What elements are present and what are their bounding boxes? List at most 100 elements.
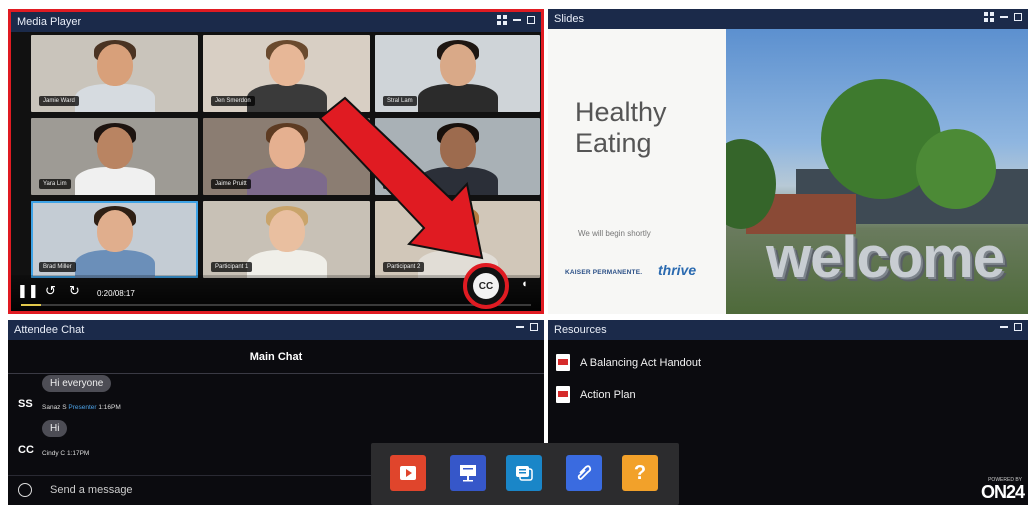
message-meta: Cindy C 1:17PM xyxy=(42,450,89,457)
participant-tile[interactable]: Jaime Pruitt xyxy=(203,118,370,195)
help-icon: ? xyxy=(633,461,647,484)
slide-photo: welcome xyxy=(726,29,1028,314)
kaiser-logo: KAISER PERMANENTE. xyxy=(565,269,643,276)
slides-icon xyxy=(460,465,476,482)
main-chat-tab[interactable]: Main Chat xyxy=(8,340,544,374)
maximize-icon[interactable] xyxy=(1014,13,1022,21)
participant-torso xyxy=(417,84,498,112)
participant-tile[interactable]: Yara Lim xyxy=(31,118,198,195)
participant-face xyxy=(268,210,305,253)
chat-icon xyxy=(516,466,533,481)
maximize-icon[interactable] xyxy=(1014,323,1022,331)
slide-content: Healthy Eating We will begin shortly KAI… xyxy=(548,29,726,314)
participant-face xyxy=(268,127,305,170)
participant-face xyxy=(96,210,133,253)
media-player-icon xyxy=(400,466,416,480)
emoji-icon[interactable] xyxy=(18,483,32,497)
message-sender: Cindy C xyxy=(42,450,66,457)
resources-icon xyxy=(577,465,592,480)
pdf-icon xyxy=(556,354,570,371)
participant-face xyxy=(439,210,476,253)
participant-torso xyxy=(246,250,327,278)
player-controls: ❚❚ ↺ ↻ 0:20/08:17 xyxy=(11,275,541,311)
participant-tile[interactable]: Participant 2 xyxy=(375,201,540,278)
thrive-logo: thrive xyxy=(658,262,697,278)
chat-button[interactable] xyxy=(506,455,542,491)
resource-label: Action Plan xyxy=(580,388,636,401)
slide-heading: Healthy Eating xyxy=(575,97,667,159)
participant-tile[interactable]: Participant 1 xyxy=(203,201,370,278)
media-player-panel: Media Player Jamie Ward Jen Smerdon Stral … xyxy=(8,9,544,314)
cc-icon: CC xyxy=(473,273,499,299)
participant-name: Participant 2 xyxy=(383,262,425,272)
slides-button[interactable] xyxy=(450,455,486,491)
progress-fill xyxy=(21,304,42,306)
participant-tile[interactable]: Sarah xyxy=(375,118,540,195)
pause-icon[interactable]: ❚❚ xyxy=(17,284,39,298)
participant-name: Participant 1 xyxy=(211,262,253,272)
tool-dock: ? xyxy=(371,443,679,505)
participant-face xyxy=(96,44,133,87)
participant-face xyxy=(439,44,476,87)
slide-heading-line2: Eating xyxy=(575,128,652,158)
slide-heading-line1: Healthy xyxy=(575,97,667,127)
participant-tile[interactable]: Jen Smerdon xyxy=(203,35,370,112)
participant-name: Jaime Pruitt xyxy=(211,179,251,189)
participant-name: Jen Smerdon xyxy=(211,96,255,106)
minimize-icon[interactable] xyxy=(1000,326,1008,328)
popout-icon[interactable] xyxy=(497,15,507,25)
closed-caption-button[interactable]: CC xyxy=(463,263,509,309)
welcome-sign: welcome xyxy=(766,225,1005,290)
participant-torso xyxy=(246,84,327,112)
help-button[interactable]: ? xyxy=(622,455,658,491)
media-player-header: Media Player xyxy=(11,12,541,32)
slides-header: Slides xyxy=(548,9,1028,29)
resource-item[interactable]: Action Plan xyxy=(556,386,636,403)
resources-header: Resources xyxy=(548,320,1028,340)
message-meta: Sanaz S Presenter 1:16PM xyxy=(42,404,121,411)
media-player-button[interactable] xyxy=(390,455,426,491)
participant-tile[interactable]: Jamie Ward xyxy=(31,35,198,112)
rewind-icon[interactable]: ↺ xyxy=(45,284,56,298)
slide-subtitle: We will begin shortly xyxy=(578,229,651,238)
participant-tile[interactable]: Stral Lam xyxy=(375,35,540,112)
message-time: 1:16PM xyxy=(98,404,121,411)
video-grid: Jamie Ward Jen Smerdon Stral Lam Yara Lim Ja… xyxy=(31,35,541,278)
maximize-icon[interactable] xyxy=(530,323,538,331)
slides-panel: Slides Healthy Eating We will begin shor… xyxy=(548,9,1028,314)
participant-face xyxy=(96,127,133,170)
minimize-icon[interactable] xyxy=(1000,16,1008,18)
participant-name: Jamie Ward xyxy=(39,96,79,106)
tree xyxy=(916,129,996,209)
forward-icon[interactable]: ↻ xyxy=(69,284,80,298)
message-input[interactable]: Send a message xyxy=(50,484,133,496)
maximize-icon[interactable] xyxy=(527,16,535,24)
progress-bar[interactable] xyxy=(21,304,531,306)
popout-icon[interactable] xyxy=(984,12,994,22)
on24-logo: ON24 xyxy=(980,482,1025,502)
participant-tile[interactable]: Brad Miller xyxy=(31,201,198,278)
chat-message-bubble: Hi everyone xyxy=(42,375,112,392)
message-sender: Sanaz S xyxy=(42,404,67,411)
message-role: Presenter xyxy=(68,404,97,411)
chat-header: Attendee Chat xyxy=(8,320,544,340)
resources-button[interactable] xyxy=(566,455,602,491)
chat-message-bubble: Hi xyxy=(42,420,68,437)
participant-torso xyxy=(74,250,155,278)
participant-torso xyxy=(246,167,327,195)
volume-icon[interactable]: ◖ xyxy=(521,278,528,290)
minimize-icon[interactable] xyxy=(516,326,524,328)
participant-torso xyxy=(74,167,155,195)
slides-title: Slides xyxy=(554,13,584,25)
avatar-initials: SS xyxy=(18,398,33,410)
participant-name: Yara Lim xyxy=(39,179,71,189)
resource-item[interactable]: A Balancing Act Handout xyxy=(556,354,701,371)
participant-name: Brad Miller xyxy=(39,262,76,272)
pdf-icon xyxy=(556,386,570,403)
chat-panel-title: Attendee Chat xyxy=(14,324,85,336)
resources-title: Resources xyxy=(554,324,607,336)
minimize-icon[interactable] xyxy=(513,19,521,21)
participant-name: Sarah xyxy=(383,179,408,189)
time-readout: 0:20/08:17 xyxy=(97,289,135,298)
media-player-title: Media Player xyxy=(17,16,82,28)
